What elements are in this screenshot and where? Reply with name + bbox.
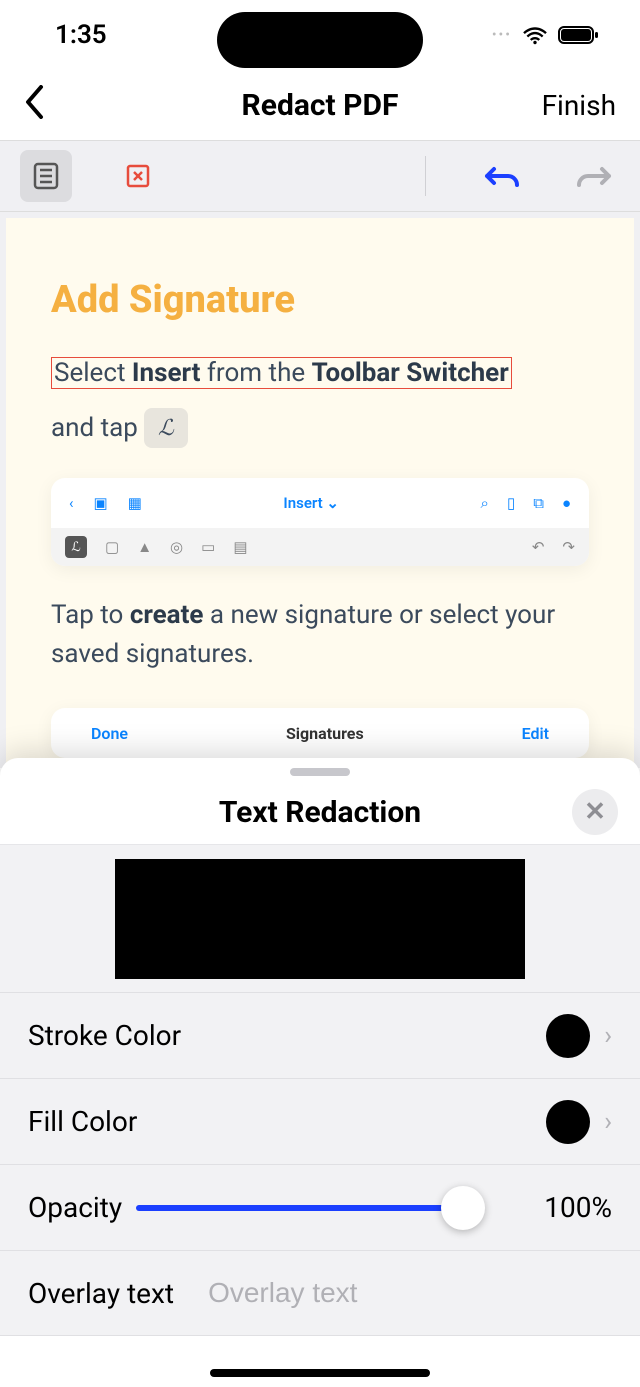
battery-icon [558,25,600,45]
embedded-signatures-bar: Done Signatures Edit [51,708,589,758]
opacity-label: Opacity [28,1191,122,1224]
status-indicators: ••• [492,25,600,45]
wifi-icon [522,25,548,45]
doc-bold-insert: Insert [132,358,201,388]
finish-button[interactable]: Finish [542,89,616,122]
toolbar-separator [425,156,426,196]
pdf-page[interactable]: Add Signature Select Insert from the Too… [6,218,634,768]
sheet-grabber[interactable] [290,768,350,776]
status-time: 1:35 [55,20,107,50]
redo-mini-icon: ↷ [562,538,575,556]
overlay-text-input[interactable] [208,1277,612,1309]
redo-button[interactable] [568,150,620,202]
copy-icon: ⧉ [533,494,544,512]
chevron-right-icon: › [604,1107,612,1137]
selected-text-line[interactable]: Select Insert from the Toolbar Switcher [51,358,589,388]
settings-list: Stroke Color › Fill Color › Opacity 100%… [0,992,640,1336]
nav-bar: Redact PDF Finish [0,70,640,140]
redact-tool-button[interactable] [112,150,164,202]
opacity-row: Opacity 100% [0,1164,640,1250]
doc-text: from the [200,358,311,388]
doc-line-2: and tap ℒ [51,408,589,448]
redaction-preview-area [0,844,640,992]
doc-bold-toolbar-switcher: Toolbar Switcher [312,358,509,388]
status-bar: 1:35 ••• [0,0,640,70]
doc-text: and tap [51,413,138,443]
attachment-icon: ◎ [170,538,183,556]
fill-color-row[interactable]: Fill Color › [0,1078,640,1164]
stroke-color-label: Stroke Color [28,1019,181,1052]
embedded-dropdown: Insert ⌄ [162,494,461,512]
bookmark-icon: ▯ [507,494,515,512]
stroke-color-swatch [546,1014,590,1058]
toolbar [0,140,640,212]
more-icon: ● [562,494,571,512]
slider-knob[interactable] [441,1186,485,1230]
embedded-done: Done [91,724,128,743]
doc-heading: Add Signature [51,278,589,322]
image-icon: ▢ [105,538,119,556]
sidebar-toggle-button[interactable] [20,150,72,202]
fill-color-label: Fill Color [28,1105,137,1138]
fill-color-swatch [546,1100,590,1144]
close-button[interactable]: ✕ [572,789,618,835]
embedded-toolbar-screenshot: ‹ ▣ ▦ Insert ⌄ ⌕ ▯ ⧉ ● ℒ ▢ ▲ ◎ ▭ ▤ ↶ [51,478,589,566]
doc-line-3: Tap to create a new signature or select … [51,596,589,674]
undo-mini-icon: ↶ [532,538,545,556]
doc-text: Select [54,358,132,388]
redaction-preview-block [115,859,525,979]
search-icon: ⌕ [481,494,489,512]
page-title: Redact PDF [242,88,399,123]
signature-tool-icon: ℒ [65,536,87,558]
overlay-text-label: Overlay text [28,1277,174,1310]
doc-text: Tap to [51,600,130,630]
sheet-title: Text Redaction [219,795,421,830]
device-notch [217,12,423,68]
slider-fill [136,1205,463,1211]
cell-dots-icon: ••• [492,27,512,43]
redaction-sheet: Text Redaction ✕ Stroke Color › Fill Col… [0,758,640,1387]
shape-icon: ▭ [201,538,215,556]
document-viewport[interactable]: Add Signature Select Insert from the Too… [0,212,640,768]
link-icon: ▤ [233,538,247,556]
chevron-right-icon: › [604,1021,612,1051]
stroke-color-row[interactable]: Stroke Color › [0,992,640,1078]
opacity-slider[interactable] [136,1188,484,1228]
doc-bold-create: create [130,600,204,630]
embedded-sigs-title: Signatures [286,724,364,743]
chevron-left-icon: ‹ [69,494,74,512]
undo-button[interactable] [476,150,528,202]
home-indicator[interactable] [210,1369,430,1377]
grid-icon: ▦ [128,494,142,512]
stamp-icon: ▲ [137,538,152,556]
signature-icon: ℒ [144,408,188,448]
close-icon: ✕ [584,797,606,827]
embedded-edit: Edit [522,724,549,743]
overlay-text-row: Overlay text [0,1250,640,1336]
panel-icon: ▣ [94,494,108,512]
opacity-value: 100% [522,1191,612,1224]
back-button[interactable] [24,85,44,126]
